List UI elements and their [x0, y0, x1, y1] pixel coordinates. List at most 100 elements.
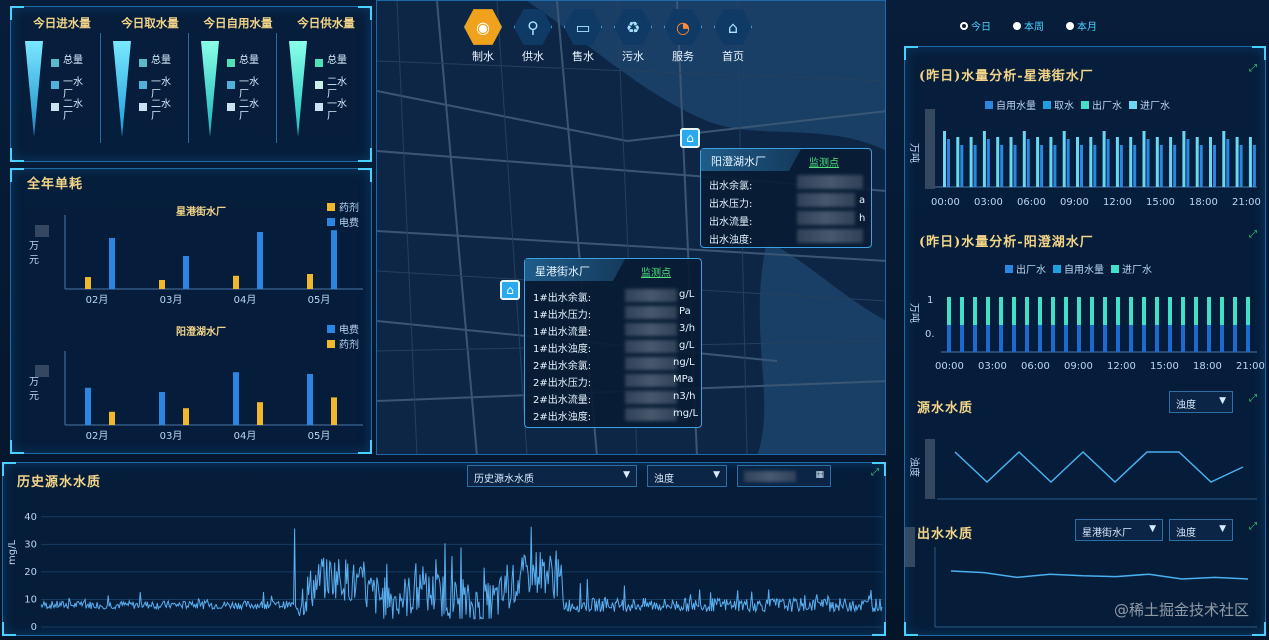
nav-item-3[interactable]: ♻ 污水 [610, 8, 656, 64]
bar [956, 137, 960, 187]
legend-swatch [1053, 265, 1061, 273]
x-tick-label: 00:00 [935, 361, 964, 372]
redacted-value [625, 374, 677, 387]
column-title: 今日供水量 [297, 16, 355, 30]
y-tick-label: 0 [31, 622, 37, 633]
plant1-monitor-link[interactable]: 监测点 [809, 154, 839, 169]
plant2-row: 1#出水流量: [533, 327, 592, 338]
source-quality-line [954, 450, 1244, 484]
plant2-unit: n3/h [673, 391, 696, 402]
bar [183, 256, 189, 289]
legend-swatch [315, 103, 323, 111]
x-tick-label: 15:00 [1150, 361, 1179, 372]
bar [1173, 145, 1177, 187]
meter-icon: ▭ [564, 9, 602, 45]
legend-swatch [139, 81, 147, 89]
bar [1248, 137, 1252, 187]
legend-swatch [1043, 101, 1051, 109]
plant1-unit: a [859, 195, 866, 206]
y-tick-label: 30 [24, 539, 37, 550]
x-tick-label: 05月 [308, 430, 331, 442]
legend-swatch [227, 103, 235, 111]
legend-label: 一水厂 [151, 77, 171, 100]
bar [1246, 325, 1250, 352]
radio-icon [1013, 22, 1021, 30]
bar [109, 411, 115, 425]
legend-swatch [985, 101, 993, 109]
outflow-quality-line [950, 570, 1249, 580]
x-tick-label: 02月 [86, 294, 109, 306]
bar [257, 232, 263, 289]
plant2-row: 2#出水余氯: [533, 361, 592, 372]
bar [1062, 131, 1066, 187]
nav-item-2[interactable]: ▭ 售水 [560, 8, 606, 64]
today-panel: 今日进水量 总量 一水厂 二水厂 今日取水量 总量 一水厂 二水厂 今日自用水量 总量 一水厂 二水厂… [10, 6, 372, 162]
map-marker-plant1[interactable]: ⌂ [680, 128, 700, 148]
legend-label: 总量 [327, 55, 347, 66]
bar [307, 374, 313, 425]
bar [331, 230, 337, 289]
x-tick-label: 18:00 [1189, 197, 1218, 208]
bar [1089, 137, 1093, 187]
legend-label: 总量 [63, 55, 83, 66]
bar [1103, 325, 1107, 352]
bar [1155, 325, 1159, 352]
bar [1226, 139, 1230, 187]
map-marker-plant2[interactable]: ⌂ [500, 280, 520, 300]
redacted-value [625, 357, 677, 370]
bar [1051, 325, 1055, 352]
column-divider [276, 33, 277, 143]
right-charts: 自用水量 取水 出厂水 进厂水出厂水 自用水量 进厂水万吨00:00 03:00 06:00 0… [905, 99, 1265, 628]
watermark: @稀土掘金技术社区 [1113, 601, 1249, 619]
bar [1168, 325, 1172, 352]
x-tick-label: 15:00 [1146, 197, 1175, 208]
bar [1133, 145, 1137, 187]
plant2-unit: g/L [679, 340, 695, 351]
legend-label: 自用水量 [996, 99, 1036, 112]
legend-swatch [51, 81, 59, 89]
period-tabs: 今日 本周 本月 [960, 18, 1097, 33]
period-tab-week[interactable]: 本周 [1013, 18, 1044, 33]
x-tick-label: 18:00 [1193, 361, 1222, 372]
nav-item-5[interactable]: ⌂ 首页 [710, 8, 756, 64]
plant2-monitor-link[interactable]: 监测点 [641, 264, 671, 279]
x-tick-label: 03月 [160, 294, 183, 306]
bar [986, 325, 990, 352]
x-tick-label: 21:00 [1232, 197, 1261, 208]
period-tab-today[interactable]: 今日 [960, 18, 991, 33]
water-cone [289, 41, 307, 137]
legend-swatch [1129, 101, 1137, 109]
x-tick-label: 09:00 [1060, 197, 1089, 208]
legend-label: 一水厂 [239, 77, 259, 100]
y-unit-label: 万 [29, 377, 39, 388]
redacted-value [797, 193, 855, 207]
service-24h-icon: ◔ [664, 9, 702, 45]
bar [1064, 325, 1068, 352]
column-title: 今日取水量 [121, 16, 179, 30]
redacted-value [797, 175, 863, 189]
tab-label: 本月 [1077, 22, 1097, 33]
y-axis-label: 浊度 [908, 457, 921, 477]
bar [1090, 325, 1094, 352]
tab-label: 本周 [1024, 22, 1044, 33]
nav-item-1[interactable]: ⚲ 供水 [510, 8, 556, 64]
x-tick-label: 05月 [308, 294, 331, 306]
period-tab-month[interactable]: 本月 [1066, 18, 1097, 33]
bar [1036, 137, 1040, 187]
y-tick-label: 0. [925, 329, 935, 340]
legend-label: 二水厂 [327, 77, 347, 100]
nav-item-0[interactable]: ◉ 制水 [460, 8, 506, 64]
bar [109, 238, 115, 289]
bar [1116, 325, 1120, 352]
legend-swatch [1005, 265, 1013, 273]
chart-title: 星港街水厂 [176, 205, 226, 218]
nav-item-4[interactable]: ◔ 服务 [660, 8, 706, 64]
plant2-unit: Pa [679, 306, 691, 317]
bar [1194, 325, 1198, 352]
legend-label: 二水厂 [151, 99, 171, 122]
bar [1119, 145, 1123, 187]
bar [1038, 325, 1042, 352]
bar [1129, 137, 1133, 187]
bar [1115, 137, 1119, 187]
bar [1252, 145, 1256, 187]
